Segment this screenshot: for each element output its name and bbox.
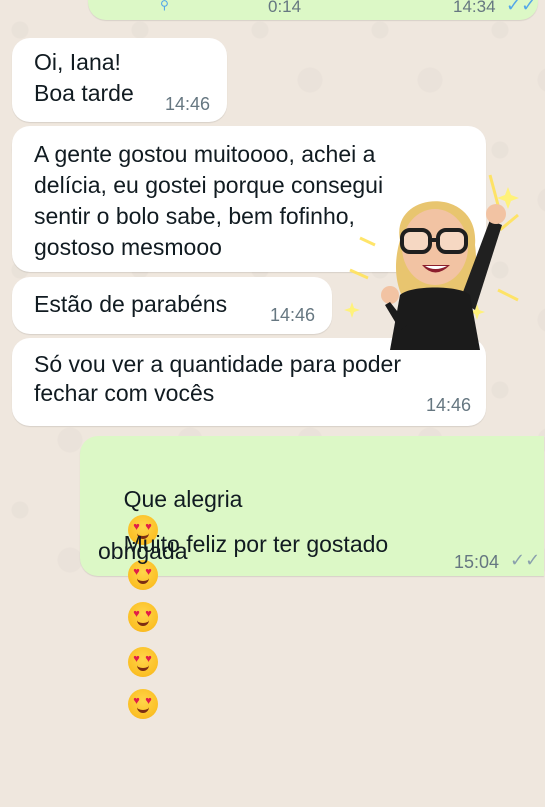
message-text-line: fechar com vocês xyxy=(34,380,215,406)
play-indicator-icon: ⚲ xyxy=(160,0,169,12)
message-text-line: sentir o bolo sabe, bem fofinho, xyxy=(34,203,355,229)
message-time: 14:46 xyxy=(426,395,472,415)
message-text-line: Estão de parabéns xyxy=(34,291,228,317)
previous-message-time: 14:34 xyxy=(453,0,496,16)
read-receipt-icon: ✓✓ xyxy=(506,0,537,15)
message-time: 14:46 xyxy=(270,305,316,325)
message-time: 14:46 xyxy=(165,94,211,114)
message-text-line: Boa tarde xyxy=(34,80,134,106)
message-text-line: obrigada xyxy=(98,538,188,564)
sticker-image xyxy=(344,174,519,350)
message-text-line: gostoso mesmooo xyxy=(34,234,222,260)
message-text-line: A gente gostou muitoooo, achei a xyxy=(34,141,376,167)
previous-message-duration: 0:14 xyxy=(268,0,302,16)
read-receipt-icon: ✓✓ xyxy=(510,550,541,570)
memoji-sticker[interactable] xyxy=(330,150,530,350)
sent-message-bubble[interactable]: Que alegria ♥♥ ♥♥ ♥♥ Muito feliz por ter… xyxy=(80,436,544,719)
message-text-line: Oi, Iana! xyxy=(34,49,121,75)
message-bubble[interactable]: Estão de parabéns 14:46 xyxy=(12,277,332,334)
message-text-line: Só vou ver a quantidade para poder xyxy=(34,351,401,377)
previous-message-bubble[interactable]: ⚲ 0:14 14:34 ✓✓ xyxy=(88,0,538,20)
message-time: 15:04 xyxy=(454,552,500,572)
message-bubble[interactable]: Oi, Iana! Boa tarde 14:46 xyxy=(12,38,227,122)
heart-eyes-icon: ♥♥ xyxy=(127,647,158,677)
message-bubble[interactable]: Só vou ver a quantidade para poder fecha… xyxy=(12,338,486,426)
